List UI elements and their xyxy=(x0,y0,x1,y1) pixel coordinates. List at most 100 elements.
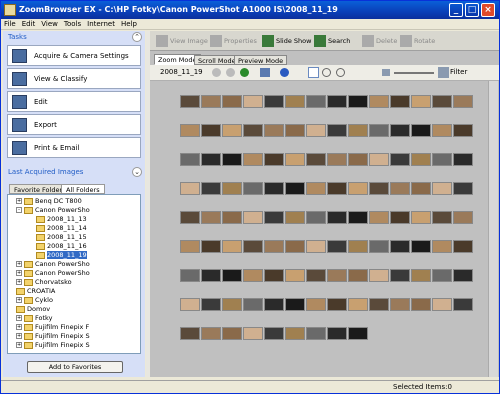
image-thumbnail[interactable] xyxy=(432,153,452,166)
image-thumbnail[interactable] xyxy=(222,240,242,253)
tab-preview-mode[interactable]: Preview Mode xyxy=(234,55,288,65)
image-thumbnail[interactable] xyxy=(180,269,200,282)
image-thumbnail[interactable] xyxy=(306,298,326,311)
image-thumbnail[interactable] xyxy=(327,95,347,108)
image-thumbnail[interactable] xyxy=(201,269,221,282)
tree-item[interactable]: 2008_11_13 xyxy=(36,215,87,224)
image-thumbnail[interactable] xyxy=(285,211,305,224)
image-thumbnail[interactable] xyxy=(390,153,410,166)
image-thumbnail[interactable] xyxy=(327,240,347,253)
image-thumbnail[interactable] xyxy=(264,298,284,311)
image-thumbnail[interactable] xyxy=(369,95,389,108)
image-thumbnail[interactable] xyxy=(453,211,473,224)
tree-item[interactable]: 2008_11_15 xyxy=(36,233,87,242)
image-thumbnail[interactable] xyxy=(201,327,221,340)
image-thumbnail[interactable] xyxy=(369,124,389,137)
image-thumbnail[interactable] xyxy=(348,153,368,166)
image-thumbnail[interactable] xyxy=(453,240,473,253)
image-thumbnail[interactable] xyxy=(390,95,410,108)
menu-item-help[interactable]: Help xyxy=(118,19,140,30)
image-thumbnail[interactable] xyxy=(243,240,263,253)
image-thumbnail[interactable] xyxy=(327,327,347,340)
tab-scroll-mode[interactable]: Scroll Mode xyxy=(194,55,240,65)
toolbar-slide-show-button[interactable]: Slide Show xyxy=(262,34,311,48)
image-thumbnail[interactable] xyxy=(201,95,221,108)
image-thumbnail[interactable] xyxy=(285,240,305,253)
expand-icon[interactable]: + xyxy=(16,279,22,285)
tree-item[interactable]: - Canon PowerSho xyxy=(16,206,90,215)
image-thumbnail[interactable] xyxy=(390,211,410,224)
expand-icon[interactable]: + xyxy=(16,198,22,204)
expand-icon[interactable]: + xyxy=(16,315,22,321)
toolbar-delete-button[interactable]: Delete xyxy=(362,34,397,48)
tree-item[interactable]: + Fujifilm Finepix S xyxy=(16,341,90,350)
menu-item-internet[interactable]: Internet xyxy=(84,19,118,30)
image-thumbnail[interactable] xyxy=(243,182,263,195)
image-thumbnail[interactable] xyxy=(243,269,263,282)
zoom-out-icon[interactable] xyxy=(336,68,345,77)
image-thumbnail[interactable] xyxy=(453,298,473,311)
image-thumbnail[interactable] xyxy=(180,182,200,195)
image-thumbnail[interactable] xyxy=(306,269,326,282)
image-thumbnail[interactable] xyxy=(285,269,305,282)
image-thumbnail[interactable] xyxy=(222,298,242,311)
info-icon[interactable] xyxy=(280,68,289,77)
tree-item[interactable]: + Fujifilm Finepix S xyxy=(16,332,90,341)
maximize-button[interactable]: □ xyxy=(465,3,479,17)
image-thumbnail[interactable] xyxy=(264,124,284,137)
image-thumbnail[interactable] xyxy=(369,153,389,166)
image-thumbnail[interactable] xyxy=(180,240,200,253)
tree-item[interactable]: 2008_11_14 xyxy=(36,224,87,233)
image-thumbnail[interactable] xyxy=(306,124,326,137)
image-thumbnail[interactable] xyxy=(411,240,431,253)
image-thumbnail[interactable] xyxy=(243,95,263,108)
collapse-tasks-icon[interactable]: ⌃ xyxy=(132,32,142,42)
image-thumbnail[interactable] xyxy=(327,124,347,137)
tree-item[interactable]: CROATIA xyxy=(16,287,55,296)
image-thumbnail[interactable] xyxy=(285,153,305,166)
image-thumbnail[interactable] xyxy=(264,182,284,195)
image-thumbnail[interactable] xyxy=(348,269,368,282)
image-thumbnail[interactable] xyxy=(453,182,473,195)
image-thumbnail[interactable] xyxy=(411,298,431,311)
forward-icon[interactable] xyxy=(226,68,235,77)
image-thumbnail[interactable] xyxy=(348,211,368,224)
image-thumbnail[interactable] xyxy=(243,153,263,166)
image-thumbnail[interactable] xyxy=(180,211,200,224)
menu-item-file[interactable]: File xyxy=(1,19,19,30)
image-thumbnail[interactable] xyxy=(432,95,452,108)
tree-item[interactable]: 2008_11_16 xyxy=(36,242,87,251)
image-thumbnail[interactable] xyxy=(180,153,200,166)
image-thumbnail[interactable] xyxy=(432,124,452,137)
close-button[interactable]: × xyxy=(481,3,495,17)
image-thumbnail[interactable] xyxy=(264,240,284,253)
image-thumbnail[interactable] xyxy=(222,124,242,137)
image-thumbnail[interactable] xyxy=(348,182,368,195)
image-thumbnail[interactable] xyxy=(285,95,305,108)
image-thumbnail[interactable] xyxy=(201,298,221,311)
image-thumbnail[interactable] xyxy=(306,327,326,340)
image-thumbnail[interactable] xyxy=(243,298,263,311)
expand-icon[interactable]: + xyxy=(16,342,22,348)
image-thumbnail[interactable] xyxy=(327,182,347,195)
tree-item[interactable]: + Canon PowerSho xyxy=(16,269,90,278)
image-thumbnail[interactable] xyxy=(432,211,452,224)
image-thumbnail[interactable] xyxy=(411,124,431,137)
image-thumbnail[interactable] xyxy=(348,298,368,311)
image-thumbnail[interactable] xyxy=(453,95,473,108)
image-thumbnail[interactable] xyxy=(201,124,221,137)
image-thumbnail[interactable] xyxy=(201,211,221,224)
image-thumbnail[interactable] xyxy=(264,327,284,340)
image-thumbnail[interactable] xyxy=(411,153,431,166)
tree-item[interactable]: Domov xyxy=(16,305,50,314)
expand-last-acquired-icon[interactable]: ⌄ xyxy=(132,167,142,177)
tree-item[interactable]: 2008_11_19 xyxy=(36,251,87,260)
toolbar-view-image-button[interactable]: View Image xyxy=(156,34,208,48)
image-thumbnail[interactable] xyxy=(390,269,410,282)
image-thumbnail[interactable] xyxy=(327,153,347,166)
image-thumbnail[interactable] xyxy=(264,95,284,108)
image-thumbnail[interactable] xyxy=(222,269,242,282)
up-folder-icon[interactable] xyxy=(240,68,249,77)
image-thumbnail[interactable] xyxy=(285,182,305,195)
image-thumbnail[interactable] xyxy=(453,124,473,137)
